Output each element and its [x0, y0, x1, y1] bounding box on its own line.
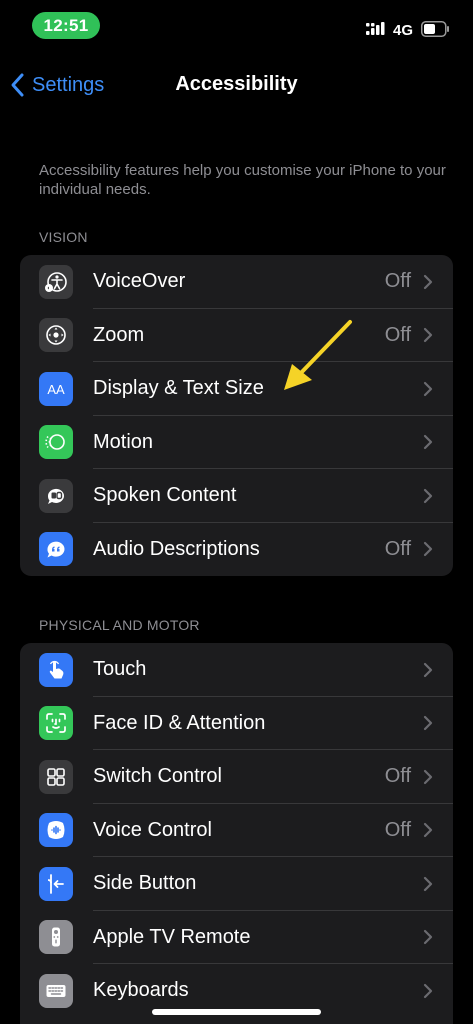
- row-value: Off: [384, 270, 411, 293]
- row-apple-tv-remote[interactable]: Apple TV Remote: [20, 911, 453, 964]
- row-value: Off: [384, 818, 411, 841]
- row-label: Audio Descriptions: [93, 537, 260, 560]
- row-touch[interactable]: Touch: [20, 643, 453, 697]
- row-label: Display & Text Size: [93, 377, 264, 400]
- svg-text:AA: AA: [47, 382, 65, 397]
- status-time[interactable]: 12:51: [32, 12, 100, 39]
- audio-descriptions-icon: [39, 532, 73, 567]
- zoom-icon: [39, 318, 73, 353]
- chevron-right-icon: [423, 769, 433, 784]
- voice-control-icon: [39, 813, 73, 848]
- chevron-right-icon: [423, 381, 433, 396]
- row-label: Keyboards: [93, 979, 189, 1002]
- row-value: Off: [384, 323, 411, 346]
- row-side-button[interactable]: Side Button: [20, 857, 453, 911]
- row-label: Voice Control: [93, 818, 212, 841]
- navigation-bar: Settings Accessibility: [0, 60, 473, 108]
- chevron-right-icon: [423, 876, 433, 891]
- row-label: Side Button: [93, 872, 197, 895]
- chevron-right-icon: [423, 328, 433, 343]
- row-value: Off: [384, 765, 411, 788]
- accessibility-screen: 12:51 4G Settings Accessibility Accessib…: [0, 0, 473, 1024]
- row-label: Face ID & Attention: [93, 711, 266, 734]
- annotation-arrow-icon: [284, 320, 352, 390]
- row-label: Touch: [93, 658, 147, 681]
- chevron-right-icon: [423, 716, 433, 731]
- voiceover-icon: [39, 264, 73, 299]
- chevron-right-icon: [423, 274, 433, 289]
- physical-motor-group: Touch Face ID & Attention Switch Control…: [20, 643, 453, 1024]
- row-voiceover[interactable]: VoiceOver Off: [20, 255, 453, 309]
- network-type: 4G: [393, 22, 414, 39]
- switch-control-icon: [39, 759, 73, 794]
- chevron-right-icon: [423, 488, 433, 503]
- chevron-right-icon: [423, 823, 433, 838]
- side-button-icon: [39, 866, 73, 901]
- row-motion[interactable]: Motion: [20, 416, 453, 469]
- row-face-id-attention[interactable]: Face ID & Attention: [20, 697, 453, 750]
- row-spoken-content[interactable]: Spoken Content: [20, 469, 453, 523]
- row-value: Off: [384, 537, 411, 560]
- chevron-right-icon: [423, 983, 433, 998]
- apple-tv-remote-icon: [39, 920, 73, 955]
- section-header-vision: VISION: [39, 229, 88, 245]
- spoken-content-icon: [39, 478, 73, 513]
- page-title: Accessibility: [175, 73, 298, 95]
- motion-icon: [39, 425, 73, 460]
- row-label: Spoken Content: [93, 484, 237, 507]
- row-label: VoiceOver: [93, 270, 186, 293]
- vision-group: VoiceOver Off Zoom Off AA Display & Text…: [20, 255, 453, 576]
- battery-icon: [421, 21, 449, 37]
- display-text-size-icon: AA: [39, 371, 73, 406]
- chevron-right-icon: [423, 930, 433, 945]
- chevron-right-icon: [423, 435, 433, 450]
- cellular-signal-icon: [366, 22, 385, 35]
- row-switch-control[interactable]: Switch Control Off: [20, 750, 453, 804]
- face-id-icon: [39, 706, 73, 741]
- row-label: Motion: [93, 430, 154, 453]
- chevron-right-icon: [423, 542, 433, 557]
- row-label: Switch Control: [93, 765, 222, 788]
- section-header-physical-motor: PHYSICAL AND MOTOR: [39, 617, 200, 633]
- row-audio-descriptions[interactable]: Audio Descriptions Off: [20, 523, 453, 577]
- status-bar: 12:51 4G: [0, 0, 473, 50]
- row-label: Zoom: [93, 323, 145, 346]
- row-display-text-size[interactable]: AA Display & Text Size: [20, 362, 453, 416]
- keyboard-icon: [39, 973, 73, 1008]
- accessibility-description: Accessibility features help you customis…: [39, 162, 446, 198]
- touch-icon: [39, 652, 73, 687]
- row-voice-control[interactable]: Voice Control Off: [20, 804, 453, 857]
- row-label: Apple TV Remote: [93, 925, 251, 948]
- row-zoom[interactable]: Zoom Off: [20, 309, 453, 362]
- chevron-right-icon: [423, 662, 433, 677]
- home-indicator[interactable]: [152, 1009, 321, 1015]
